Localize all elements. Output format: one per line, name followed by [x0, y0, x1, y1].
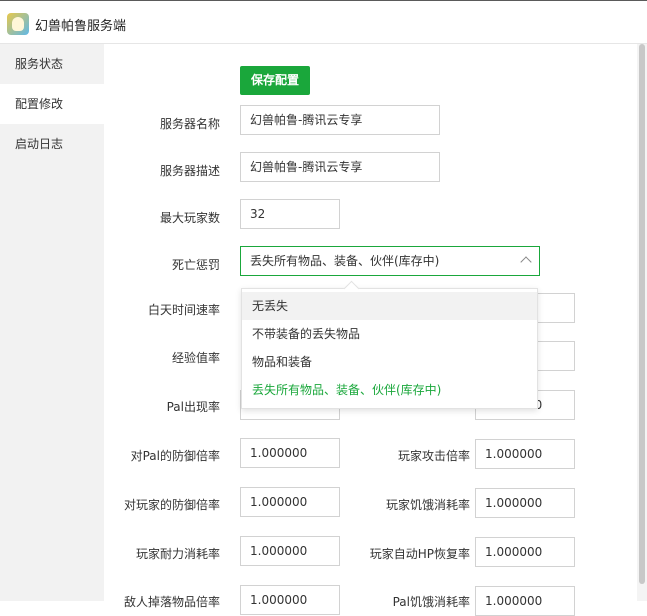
exp-rate-label: 经验值率: [171, 351, 220, 365]
sidebar-item-status[interactable]: 服务状态: [0, 44, 104, 84]
server-name-label: 服务器名称: [159, 117, 220, 131]
sidebar-item-config[interactable]: 配置修改: [0, 84, 104, 124]
server-name-input[interactable]: 幻兽帕鲁-腾讯云专享: [240, 105, 440, 135]
chevron-up-icon: [520, 256, 532, 268]
player-hunger-input[interactable]: 1.000000: [475, 488, 575, 518]
sidebar: 服务状态 配置修改 启动日志: [0, 44, 104, 601]
pal-defense-label: 对Pal的防御倍率: [130, 449, 220, 463]
max-players-input[interactable]: 32: [240, 199, 340, 229]
sidebar-item-log[interactable]: 启动日志: [0, 124, 104, 164]
app-title: 幻兽帕鲁服务端: [35, 19, 127, 34]
pal-hunger-label: Pal饥饿消耗率: [392, 595, 470, 609]
player-hp-regen-input[interactable]: 1.000000: [475, 537, 575, 567]
enemy-drop-input[interactable]: 1.000000: [240, 585, 340, 615]
server-desc-input[interactable]: 幻兽帕鲁-腾讯云专享: [240, 152, 440, 182]
pal-defense-input[interactable]: 1.000000: [240, 438, 340, 468]
dropdown-option-items-without-equipment[interactable]: 不带装备的丢失物品: [242, 320, 537, 348]
death-penalty-dropdown: 无丢失 不带装备的丢失物品 物品和装备 丢失所有物品、装备、伙伴(库存中): [241, 280, 538, 409]
death-penalty-value: 丢失所有物品、装备、伙伴(库存中): [250, 254, 440, 268]
dropdown-option-lose-all[interactable]: 丢失所有物品、装备、伙伴(库存中): [242, 376, 537, 404]
title-bar: 幻兽帕鲁服务端: [0, 0, 647, 44]
app-logo-icon: [7, 13, 29, 35]
dropdown-option-no-loss[interactable]: 无丢失: [242, 292, 537, 320]
pal-spawn-label: Pal出现率: [166, 400, 220, 414]
death-penalty-label: 死亡惩罚: [171, 258, 220, 272]
player-hp-regen-label: 玩家自动HP恢复率: [369, 547, 470, 561]
pal-hunger-input[interactable]: 1.000000: [475, 586, 575, 616]
player-defense-label: 对玩家的防御倍率: [123, 498, 220, 512]
max-players-label: 最大玩家数: [159, 211, 220, 225]
player-stamina-input[interactable]: 1.000000: [240, 536, 340, 566]
player-attack-input[interactable]: 1.000000: [475, 439, 575, 469]
dropdown-option-items-and-equipment[interactable]: 物品和装备: [242, 348, 537, 376]
death-penalty-select[interactable]: 丢失所有物品、装备、伙伴(库存中): [240, 246, 540, 276]
server-desc-label: 服务器描述: [159, 164, 220, 178]
player-hunger-label: 玩家饥饿消耗率: [385, 498, 470, 512]
save-config-button[interactable]: 保存配置: [240, 66, 310, 95]
player-attack-label: 玩家攻击倍率: [397, 449, 470, 463]
day-speed-label: 白天时间速率: [147, 303, 220, 317]
scrollbar-thumb[interactable]: [639, 44, 645, 584]
player-stamina-label: 玩家耐力消耗率: [135, 547, 220, 561]
player-defense-input[interactable]: 1.000000: [240, 487, 340, 517]
enemy-drop-label: 敌人掉落物品倍率: [123, 595, 220, 609]
